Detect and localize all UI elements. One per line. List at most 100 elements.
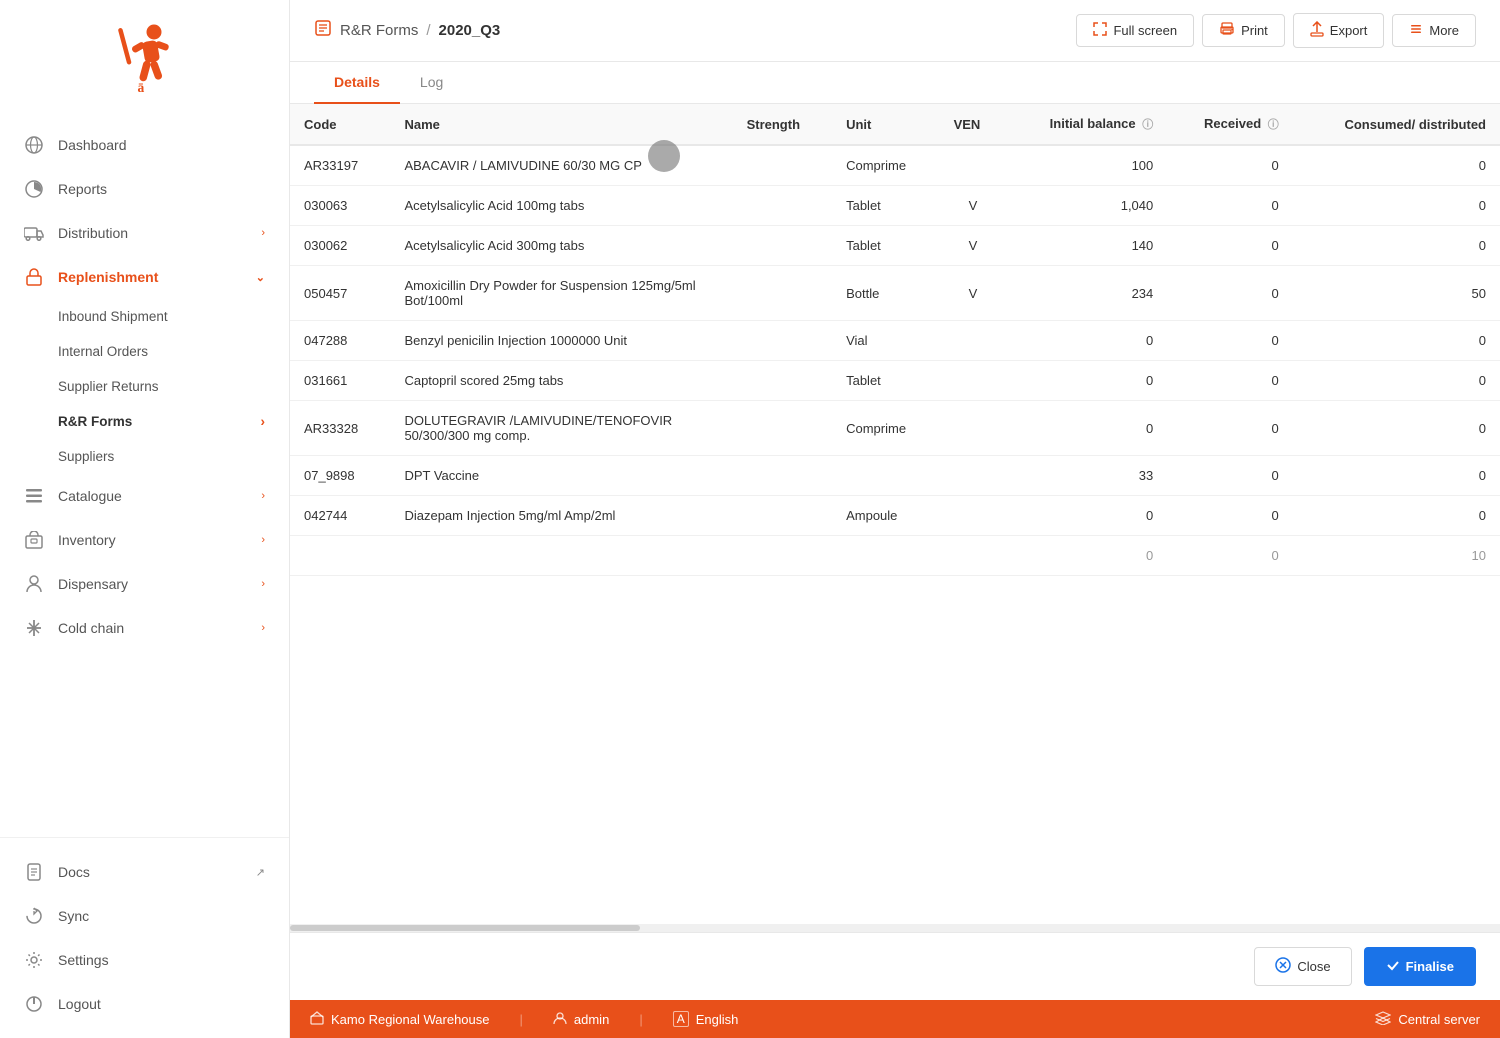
cell-name: Acetylsalicylic Acid 100mg tabs — [390, 186, 732, 226]
cell-consumed: 0 — [1293, 226, 1500, 266]
cell-initial-balance: 0 — [1006, 321, 1167, 361]
table-row: AR33328 DOLUTEGRAVIR /LAMIVUDINE/TENOFOV… — [290, 401, 1500, 456]
sidebar-item-dashboard[interactable]: Dashboard — [0, 123, 289, 167]
cell-unit: Vial — [832, 321, 939, 361]
cell-unit: Tablet — [832, 361, 939, 401]
cell-received: 0 — [1167, 536, 1293, 576]
sidebar-subitem-inbound-shipment[interactable]: Inbound Shipment — [58, 299, 289, 334]
sidebar-item-catalogue-label: Catalogue — [58, 488, 122, 504]
truck-icon — [24, 223, 44, 243]
sidebar-item-logout[interactable]: Logout — [0, 982, 289, 1026]
export-button[interactable]: Export — [1293, 13, 1385, 48]
app-logo: ā — [0, 0, 289, 115]
tabs-bar: Details Log — [290, 62, 1500, 104]
sidebar-subitem-suppliers[interactable]: Suppliers — [58, 439, 289, 474]
language-name: English — [696, 1012, 739, 1027]
main-content: R&R Forms / 2020_Q3 Full screen — [290, 0, 1500, 1038]
sidebar-item-cold-chain[interactable]: Cold chain › — [0, 606, 289, 650]
header: R&R Forms / 2020_Q3 Full screen — [290, 0, 1500, 62]
col-consumed: Consumed/ distributed — [1293, 104, 1500, 145]
language-status: A English — [673, 1011, 739, 1027]
sidebar-item-sync[interactable]: Sync — [0, 894, 289, 938]
col-initial-balance: Initial balance ⓘ — [1006, 104, 1167, 145]
sidebar-item-replenishment[interactable]: Replenishment ⌄ — [0, 255, 289, 299]
cell-ven — [940, 401, 1007, 456]
sidebar-item-reports[interactable]: Reports — [0, 167, 289, 211]
cell-received: 0 — [1167, 266, 1293, 321]
print-button[interactable]: Print — [1202, 14, 1285, 47]
horizontal-scrollbar[interactable] — [290, 924, 1500, 932]
col-name: Name — [390, 104, 732, 145]
docs-icon — [24, 862, 44, 882]
sidebar-item-sync-label: Sync — [58, 908, 89, 924]
table-container[interactable]: Code Name Strength Unit VEN Initial bala… — [290, 104, 1500, 924]
cell-received: 0 — [1167, 361, 1293, 401]
sidebar-item-dispensary-label: Dispensary — [58, 576, 128, 592]
cell-unit: Ampoule — [832, 496, 939, 536]
sidebar-subitem-supplier-returns[interactable]: Supplier Returns — [58, 369, 289, 404]
header-actions: Full screen Print — [1076, 13, 1476, 48]
sidebar-item-dispensary[interactable]: Dispensary › — [0, 562, 289, 606]
docs-external-icon: ↗ — [256, 866, 265, 879]
cell-code: AR33197 — [290, 145, 390, 186]
status-sep-1: | — [520, 1012, 523, 1027]
svg-text:ā: ā — [137, 80, 144, 95]
fullscreen-icon — [1093, 22, 1107, 39]
cell-received: 0 — [1167, 186, 1293, 226]
cell-consumed: 0 — [1293, 145, 1500, 186]
sidebar-item-replenishment-label: Replenishment — [58, 269, 158, 285]
sidebar-item-distribution[interactable]: Distribution › — [0, 211, 289, 255]
sidebar-item-docs[interactable]: Docs ↗ — [0, 850, 289, 894]
table-row: AR33197 ABACAVIR / LAMIVUDINE 60/30 MG C… — [290, 145, 1500, 186]
table-row: 031661 Captopril scored 25mg tabs Tablet… — [290, 361, 1500, 401]
language-icon: A — [673, 1011, 689, 1027]
fullscreen-label: Full screen — [1113, 23, 1177, 38]
cell-code: 050457 — [290, 266, 390, 321]
sidebar-item-settings[interactable]: Settings — [0, 938, 289, 982]
server-icon — [1375, 1011, 1391, 1028]
col-unit: Unit — [832, 104, 939, 145]
sidebar-subitem-internal-orders[interactable]: Internal Orders — [58, 334, 289, 369]
more-button[interactable]: More — [1392, 14, 1476, 47]
cell-name — [390, 536, 732, 576]
table-row: 030063 Acetylsalicylic Acid 100mg tabs T… — [290, 186, 1500, 226]
supplier-returns-label: Supplier Returns — [58, 379, 159, 394]
sidebar-item-catalogue[interactable]: Catalogue › — [0, 474, 289, 518]
finalise-button[interactable]: Finalise — [1364, 947, 1476, 986]
sidebar-footer: Docs ↗ Sync Settings — [0, 837, 289, 1038]
fullscreen-button[interactable]: Full screen — [1076, 14, 1194, 47]
chart-icon — [24, 179, 44, 199]
cell-initial-balance: 0 — [1006, 361, 1167, 401]
print-label: Print — [1241, 23, 1268, 38]
table-row: 07_9898 DPT Vaccine 33 0 0 — [290, 456, 1500, 496]
inventory-chevron-icon: › — [261, 534, 265, 546]
close-button[interactable]: Close — [1254, 947, 1351, 986]
tab-log[interactable]: Log — [400, 62, 463, 104]
scroll-thumb[interactable] — [290, 925, 640, 931]
catalogue-chevron-icon: › — [261, 490, 265, 502]
cell-received: 0 — [1167, 496, 1293, 536]
table-row: 047288 Benzyl penicilin Injection 100000… — [290, 321, 1500, 361]
cell-received: 0 — [1167, 145, 1293, 186]
cell-ven: V — [940, 266, 1007, 321]
sidebar-subitem-rr-forms[interactable]: R&R Forms › — [58, 404, 289, 439]
cell-unit — [832, 536, 939, 576]
cell-code: 07_9898 — [290, 456, 390, 496]
dispensary-icon — [24, 574, 44, 594]
user-status-icon — [553, 1011, 567, 1028]
tab-details[interactable]: Details — [314, 62, 400, 104]
cell-initial-balance: 0 — [1006, 496, 1167, 536]
col-received: Received ⓘ — [1167, 104, 1293, 145]
cell-strength — [733, 536, 833, 576]
cell-initial-balance: 0 — [1006, 401, 1167, 456]
sidebar-item-inventory[interactable]: Inventory › — [0, 518, 289, 562]
cell-unit: Tablet — [832, 186, 939, 226]
cell-consumed: 50 — [1293, 266, 1500, 321]
cell-consumed: 0 — [1293, 401, 1500, 456]
sync-icon — [24, 906, 44, 926]
cell-name: Benzyl penicilin Injection 1000000 Unit — [390, 321, 732, 361]
breadcrumb-root[interactable]: R&R Forms — [340, 22, 418, 39]
cell-name: DPT Vaccine — [390, 456, 732, 496]
cell-strength — [733, 321, 833, 361]
warehouse-status: Kamo Regional Warehouse — [310, 1011, 490, 1028]
